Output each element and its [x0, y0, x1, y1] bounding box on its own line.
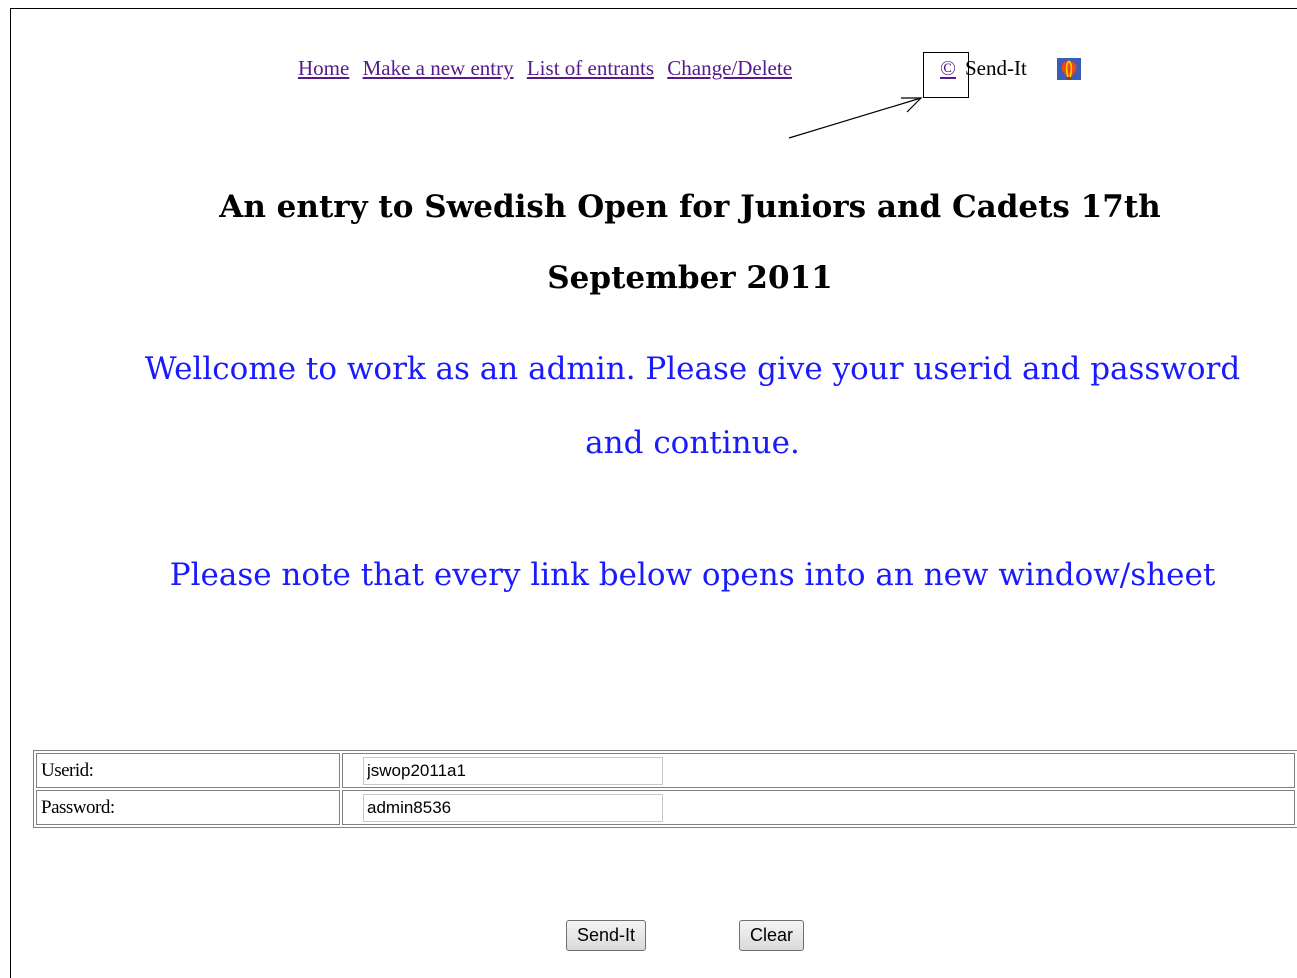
clear-button[interactable]: Clear	[739, 920, 805, 951]
nav-change-delete-link[interactable]: Change/Delete	[667, 56, 792, 80]
top-nav: Home Make a new entry List of entrants C…	[298, 56, 800, 81]
send-it-button[interactable]: Send-It	[566, 920, 647, 951]
new-window-note: Please note that every link below opens …	[169, 557, 1216, 593]
title-line-1: An entry to Swedish Open for Juniors and…	[219, 189, 1161, 225]
annotation-arrow-icon	[788, 97, 923, 139]
page-title: An entry to Swedish Open for Juniors and…	[120, 172, 1260, 314]
welcome-line-1: Wellcome to work as an admin. Please giv…	[144, 351, 1241, 387]
copyright-link[interactable]: ©	[940, 56, 956, 81]
welcome-line-2: and continue.	[585, 425, 800, 461]
userid-label: Userid:	[36, 753, 340, 788]
nav-home-link[interactable]: Home	[298, 56, 349, 80]
password-row: Password:	[36, 790, 1295, 825]
password-cell	[342, 790, 1295, 825]
login-form-table: Userid: Password:	[33, 750, 1297, 828]
page-frame	[10, 8, 1297, 978]
userid-row: Userid:	[36, 753, 1295, 788]
password-label: Password:	[36, 790, 340, 825]
password-input[interactable]	[363, 793, 663, 822]
userid-input[interactable]	[363, 756, 663, 785]
userid-cell	[342, 753, 1295, 788]
sendit-brand-label: Send-It	[965, 56, 1027, 80]
title-line-2: September 2011	[547, 260, 833, 296]
balloon-logo-icon	[1057, 58, 1081, 80]
nav-list-entrants-link[interactable]: List of entrants	[527, 56, 654, 80]
welcome-message: Wellcome to work as an admin. Please giv…	[120, 332, 1265, 480]
nav-new-entry-link[interactable]: Make a new entry	[363, 56, 514, 80]
